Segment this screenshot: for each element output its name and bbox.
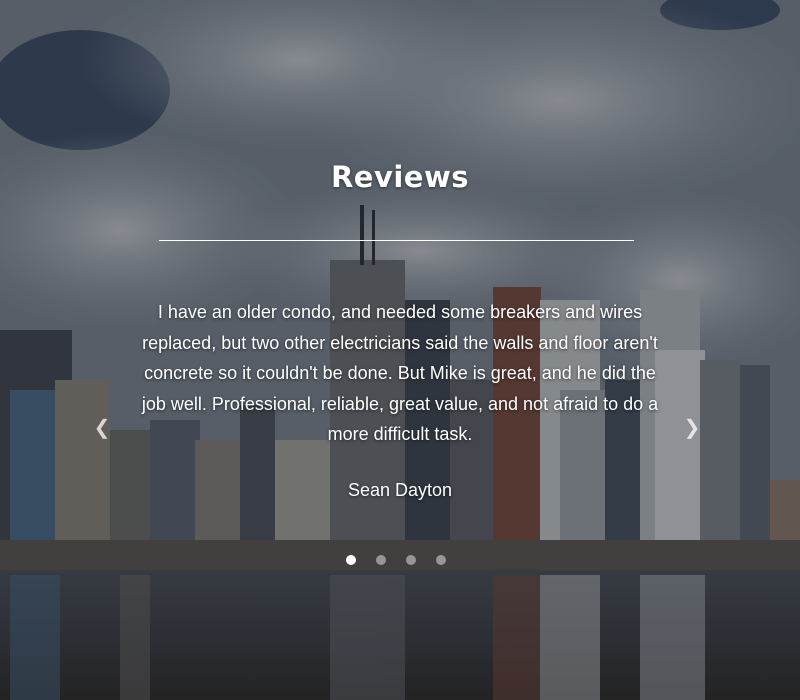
carousel-dot-1[interactable] <box>346 555 356 565</box>
carousel-dot-2[interactable] <box>376 555 386 565</box>
chevron-right-icon[interactable]: ❯ <box>682 414 702 440</box>
carousel-dot-3[interactable] <box>406 555 416 565</box>
carousel-dot-4[interactable] <box>436 555 446 565</box>
review-author: Sean Dayton <box>347 480 453 500</box>
review-quote: I have an older condo, and needed some b… <box>141 302 659 444</box>
chevron-left-icon[interactable]: ❮ <box>92 414 112 440</box>
carousel-pagination <box>346 555 446 565</box>
title-divider <box>159 240 634 241</box>
section-title: Reviews <box>330 160 470 194</box>
reviews-section: Reviews I have an older condo, and neede… <box>0 0 800 700</box>
reviews-content: Reviews I have an older condo, and neede… <box>0 0 800 700</box>
